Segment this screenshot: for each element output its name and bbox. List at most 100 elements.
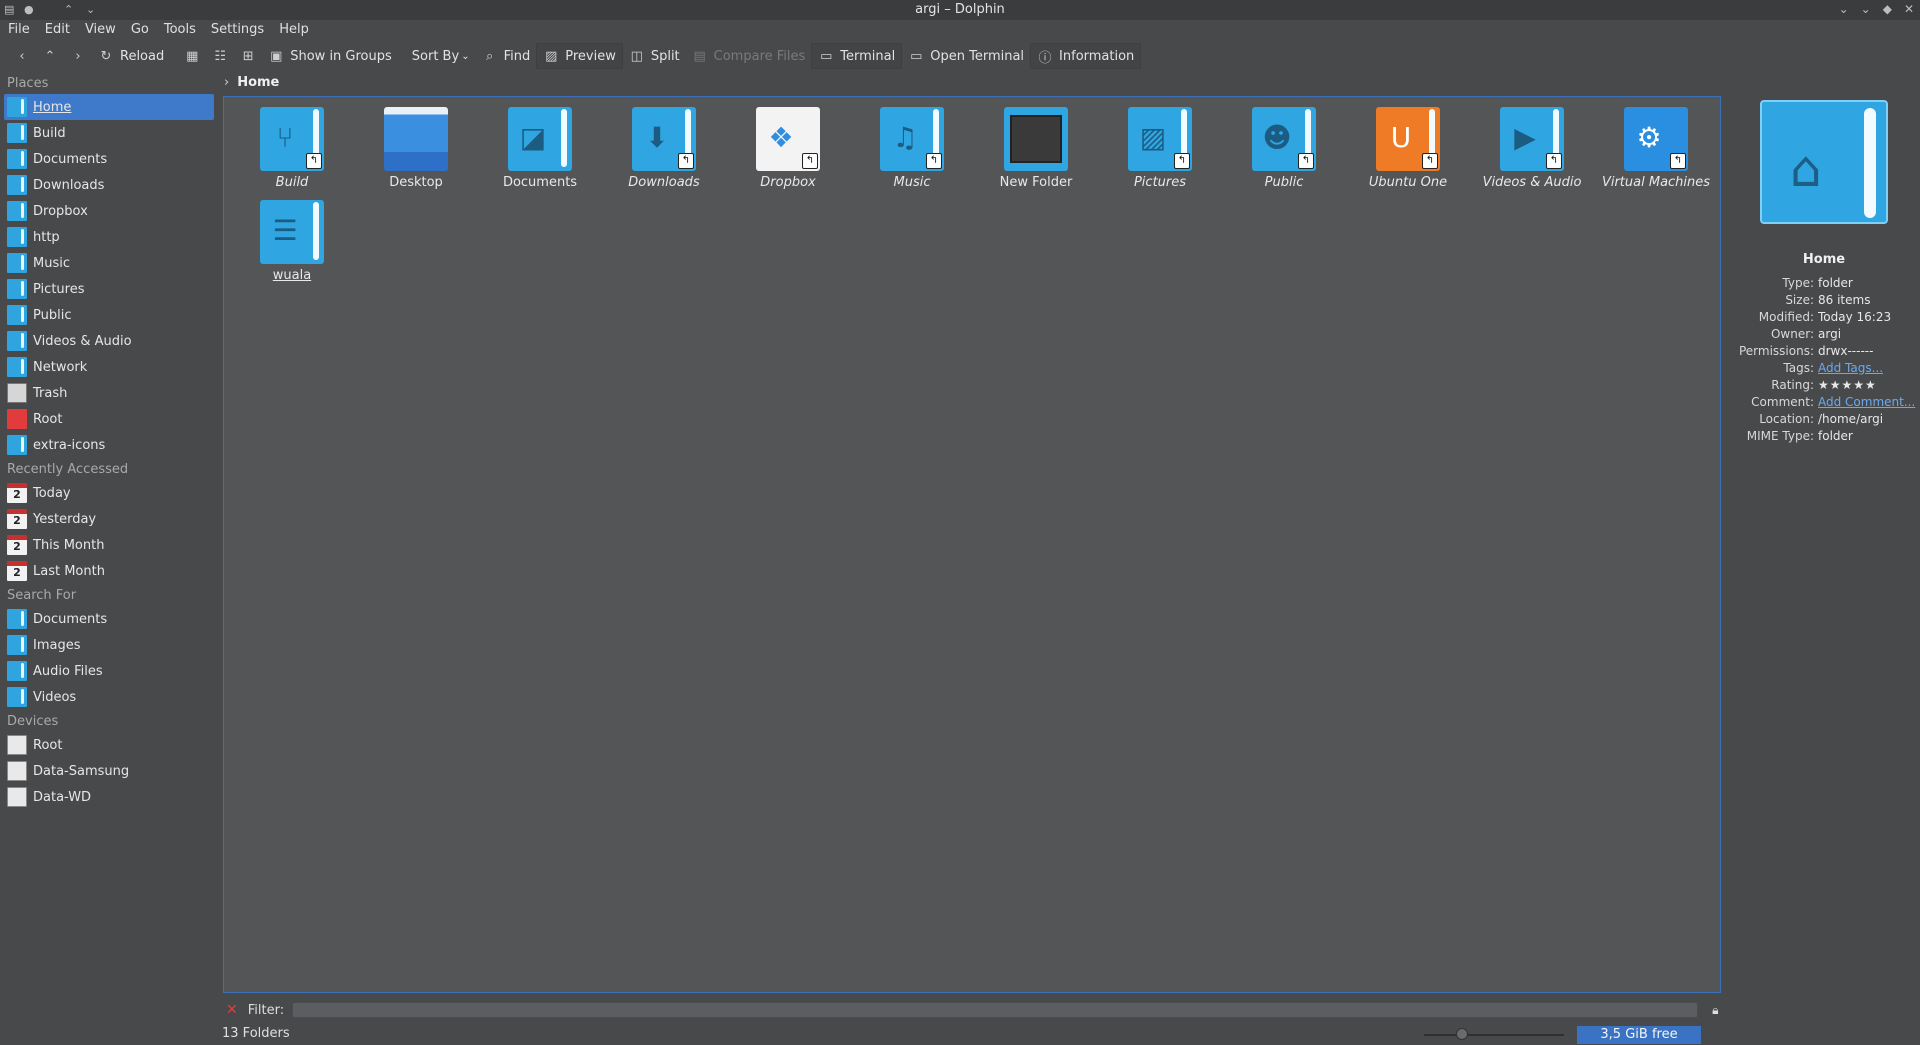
sidebar-item-home[interactable]: Home (4, 94, 214, 120)
forward-button[interactable]: › (64, 43, 92, 69)
menu-help[interactable]: Help (279, 20, 309, 40)
sidebar-item-today[interactable]: 2 Today (0, 480, 218, 506)
audio-folder-icon (7, 661, 27, 681)
sidebar-item-downloads[interactable]: Downloads (0, 172, 218, 198)
window-title: argi – Dolphin (915, 2, 1005, 17)
details-view-button[interactable]: ⊞ (234, 43, 262, 69)
folder-public[interactable]: ☻ ↰ Public (1229, 107, 1339, 191)
compare-icon: ▤ (693, 48, 706, 64)
public-folder-icon: ☻ ↰ (1252, 107, 1316, 171)
drive-icon (7, 787, 27, 807)
sidebar-item-pictures[interactable]: Pictures (0, 276, 218, 302)
rating-stars[interactable]: ★★★★★ (1818, 378, 1920, 395)
sidebar-item-this-month[interactable]: 2 This Month (0, 532, 218, 558)
folder-videos-audio[interactable]: ▶ ↰ Videos & Audio (1477, 107, 1587, 191)
folder-build[interactable]: ⑂ ↰ Build (237, 107, 347, 191)
sidebar-item-http[interactable]: http (0, 224, 218, 250)
wuala-folder-icon: ☰ (260, 200, 324, 264)
sidebar-item-build[interactable]: Build (0, 120, 218, 146)
split-icon: ◫ (630, 48, 643, 64)
virtual-machines-folder-icon: ⚙ ↰ (1624, 107, 1688, 171)
folder-documents[interactable]: ◪ Documents (485, 107, 595, 191)
sidebar-item-search-audio[interactable]: Audio Files (0, 658, 218, 684)
menu-settings[interactable]: Settings (211, 20, 264, 40)
folder-wuala[interactable]: ☰ wuala (237, 200, 347, 284)
reload-icon: ↻ (100, 48, 112, 64)
sidebar-item-search-documents[interactable]: Documents (0, 606, 218, 632)
preview-button[interactable]: ▨ Preview (536, 43, 623, 69)
menu-file[interactable]: File (8, 20, 30, 40)
folder-music[interactable]: ♫ ↰ Music (857, 107, 967, 191)
filter-bar: ✕ Filter: 🔒︎ (222, 1000, 1722, 1020)
sidebar-item-device-data-samsung[interactable]: Data-Samsung (0, 758, 218, 784)
sidebar-item-dropbox[interactable]: Dropbox (0, 198, 218, 224)
filter-input[interactable] (292, 1002, 1699, 1018)
recent-section-title: Recently Accessed (7, 462, 129, 477)
file-view[interactable]: ⑂ ↰ Build Desktop ◪ Documents ⬇ ↰ Download… (223, 96, 1721, 993)
icons-view-button[interactable]: ▦ (178, 43, 206, 69)
menu-go[interactable]: Go (131, 20, 149, 40)
folder-virtual-machines[interactable]: ⚙ ↰ Virtual Machines (1601, 107, 1711, 191)
info-icon: ⓘ (1038, 50, 1052, 66)
sidebar-item-last-month[interactable]: 2 Last Month (0, 558, 218, 584)
home-folder-icon (7, 97, 27, 117)
shade-icon[interactable]: ⌄ (1839, 2, 1849, 16)
sidebar-item-music[interactable]: Music (0, 250, 218, 276)
add-tags-link[interactable]: Add Tags... (1818, 361, 1920, 378)
sidebar-item-extra-icons[interactable]: extra-icons (0, 432, 218, 458)
sidebar-item-device-data-wd[interactable]: Data-WD (0, 784, 218, 810)
sidebar-item-yesterday[interactable]: 2 Yesterday (0, 506, 218, 532)
sidebar-item-search-videos[interactable]: Videos (0, 684, 218, 710)
information-button[interactable]: ⓘ Information (1030, 43, 1142, 69)
calendar-icon: 2 (7, 535, 27, 555)
sidebar-item-device-root[interactable]: Root (0, 732, 218, 758)
folder-downloads[interactable]: ⬇ ↰ Downloads (609, 107, 719, 191)
maximize-icon[interactable]: ◆ (1883, 2, 1892, 16)
minimize-icon[interactable]: ⌄ (1861, 2, 1871, 16)
arrow-left-icon: ‹ (19, 48, 25, 64)
dropbox-folder-icon (7, 201, 27, 221)
find-button[interactable]: ⌕ Find (476, 43, 537, 69)
folder-dropbox[interactable]: ❖ ↰ Dropbox (733, 107, 843, 191)
split-button[interactable]: ◫ Split (623, 43, 686, 69)
menu-edit[interactable]: Edit (45, 20, 70, 40)
sidebar-item-search-images[interactable]: Images (0, 632, 218, 658)
sidebar-item-videos-audio[interactable]: Videos & Audio (0, 328, 218, 354)
folder-ubuntu-one[interactable]: U ↰ Ubuntu One (1353, 107, 1463, 191)
sidebar-item-documents[interactable]: Documents (0, 146, 218, 172)
breadcrumb-home[interactable]: Home (237, 75, 279, 90)
sidebar-item-root[interactable]: Root (0, 406, 218, 432)
add-comment-link[interactable]: Add Comment... (1818, 395, 1920, 412)
breadcrumb[interactable]: › Home (224, 72, 279, 92)
show-in-groups-button[interactable]: ▣ Show in Groups (262, 43, 398, 69)
lock-icon[interactable]: 🔒︎ (1712, 1003, 1718, 1018)
sidebar-item-network[interactable]: Network (0, 354, 218, 380)
ubuntu-one-folder-icon: U ↰ (1376, 107, 1440, 171)
terminal-icon: ▭ (820, 48, 833, 64)
info-row-owner: Owner: argi (1770, 327, 1842, 341)
open-terminal-button[interactable]: ▭ Open Terminal (902, 43, 1030, 69)
free-space-indicator[interactable]: 3,5 GiB free (1577, 1026, 1701, 1044)
terminal-button[interactable]: ▭ Terminal (811, 43, 903, 69)
zoom-slider-handle[interactable] (1456, 1028, 1468, 1040)
close-icon[interactable]: ✕ (1904, 2, 1914, 16)
sidebar-item-trash[interactable]: Trash (0, 380, 218, 406)
folder-desktop[interactable]: Desktop (361, 107, 471, 191)
compare-files-button[interactable]: ▤ Compare Files (686, 43, 812, 69)
sidebar-item-public[interactable]: Public (0, 302, 218, 328)
places-section-title: Places (7, 76, 49, 91)
menu-view[interactable]: View (85, 20, 116, 40)
sort-by-button[interactable]: Sort By ⌄ (406, 43, 476, 69)
documents-folder-icon: ◪ (508, 107, 572, 171)
folder-new-folder[interactable]: New Folder (981, 107, 1091, 191)
zoom-slider[interactable] (1424, 1034, 1564, 1036)
menu-tools[interactable]: Tools (164, 20, 196, 40)
close-filter-icon[interactable]: ✕ (226, 1002, 238, 1018)
compact-view-button[interactable]: ☷ (206, 43, 234, 69)
folder-pictures[interactable]: ▨ ↰ Pictures (1105, 107, 1215, 191)
up-button[interactable]: ⌃ (36, 43, 64, 69)
back-button[interactable]: ‹ (8, 43, 36, 69)
reload-button[interactable]: ↻ Reload (92, 43, 170, 69)
search-section-title: Search For (7, 588, 77, 603)
chevron-right-icon[interactable]: › (224, 75, 229, 90)
